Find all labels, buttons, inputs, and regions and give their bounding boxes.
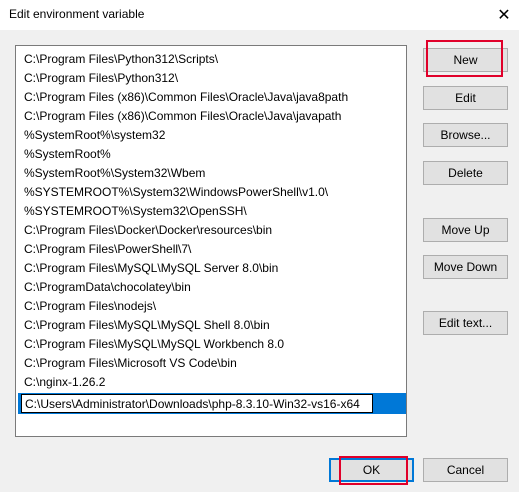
path-list-item[interactable]: C:\Program Files\PowerShell\7\	[24, 240, 191, 258]
title-bar: Edit environment variable ✕	[0, 0, 519, 30]
edit-button[interactable]: Edit	[423, 86, 508, 110]
path-list-item[interactable]: C:\Program Files\Microsoft VS Code\bin	[24, 354, 237, 372]
path-list-item[interactable]: C:\ProgramData\chocolatey\bin	[24, 278, 191, 296]
path-list[interactable]: C:\Program Files\Python312\Scripts\C:\Pr…	[15, 45, 407, 437]
window-title: Edit environment variable	[9, 7, 145, 21]
path-list-item[interactable]: C:\Program Files\Python312\	[24, 69, 178, 87]
delete-button[interactable]: Delete	[423, 161, 508, 185]
move-down-button[interactable]: Move Down	[423, 255, 508, 279]
path-edit-input[interactable]	[21, 394, 373, 413]
path-list-item[interactable]: C:\Program Files\nodejs\	[24, 297, 156, 315]
path-list-item[interactable]: C:\Program Files\MySQL\MySQL Shell 8.0\b…	[24, 316, 270, 334]
path-list-item[interactable]: %SYSTEMROOT%\System32\OpenSSH\	[24, 202, 247, 220]
move-up-button[interactable]: Move Up	[423, 218, 508, 242]
path-list-item[interactable]: %SystemRoot%\system32	[24, 126, 165, 144]
ok-button[interactable]: OK	[329, 458, 414, 482]
close-icon: ✕	[497, 7, 511, 24]
selected-row[interactable]	[18, 393, 406, 414]
edit-text-button[interactable]: Edit text...	[423, 311, 508, 335]
path-list-item[interactable]: C:\Program Files\Docker\Docker\resources…	[24, 221, 272, 239]
path-list-item[interactable]: C:\nginx-1.26.2	[24, 373, 105, 391]
new-button[interactable]: New	[423, 48, 508, 72]
cancel-button[interactable]: Cancel	[423, 458, 508, 482]
path-list-item[interactable]: %SYSTEMROOT%\System32\WindowsPowerShell\…	[24, 183, 328, 201]
path-list-item[interactable]: C:\Program Files\MySQL\MySQL Workbench 8…	[24, 335, 284, 353]
browse-button[interactable]: Browse...	[423, 123, 508, 147]
path-list-item[interactable]: C:\Program Files (x86)\Common Files\Orac…	[24, 107, 341, 125]
path-list-item[interactable]: C:\Program Files (x86)\Common Files\Orac…	[24, 88, 348, 106]
path-list-item[interactable]: %SystemRoot%\System32\Wbem	[24, 164, 205, 182]
close-button[interactable]: ✕	[489, 0, 519, 30]
path-list-item[interactable]: C:\Program Files\MySQL\MySQL Server 8.0\…	[24, 259, 278, 277]
path-list-item[interactable]: C:\Program Files\Python312\Scripts\	[24, 50, 218, 68]
path-list-item[interactable]: %SystemRoot%	[24, 145, 111, 163]
